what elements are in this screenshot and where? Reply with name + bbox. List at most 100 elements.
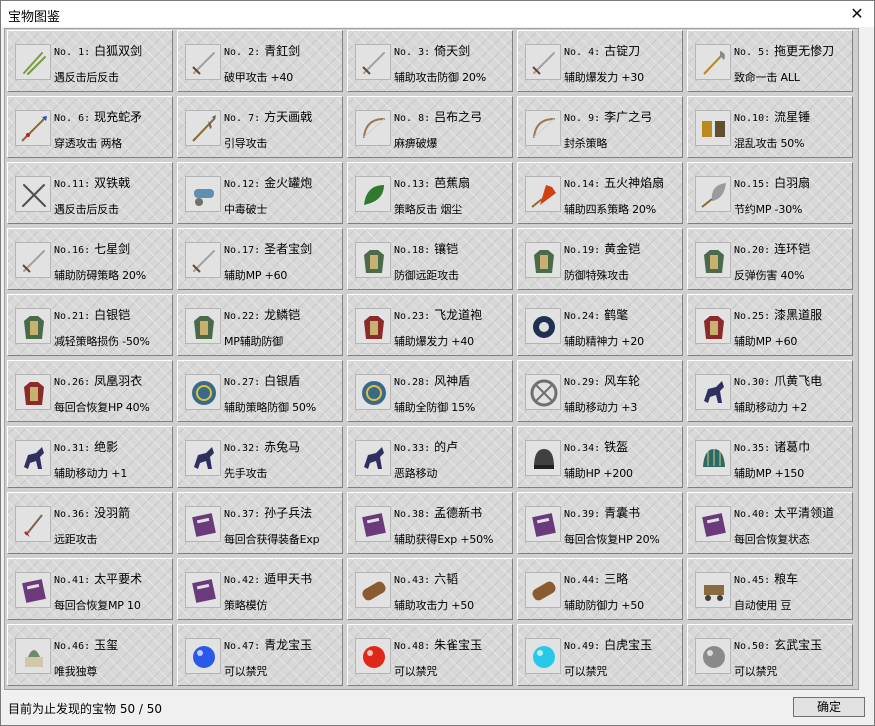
treasure-card[interactable]: No.38: 孟德新书 辅助获得Exp +50% [347, 492, 513, 554]
treasure-card[interactable]: No.48: 朱雀宝玉 可以禁咒 [347, 624, 513, 686]
item-effect: 辅助MP +60 [734, 335, 798, 348]
horse-icon [695, 374, 731, 410]
item-name: 太平要术 [94, 572, 143, 586]
item-title: No.19: 黄金铠 [564, 240, 640, 257]
item-title: No.31: 绝影 [54, 438, 118, 455]
item-number: No.28: [394, 377, 431, 388]
item-effect: 辅助HP +200 [564, 467, 633, 480]
treasure-card[interactable]: No.37: 孙子兵法 每回合获得装备Exp [177, 492, 343, 554]
item-effect: 每回合恢复状态 [734, 533, 810, 546]
item-number: No.23: [394, 311, 431, 322]
treasure-card[interactable]: No.50: 玄武宝玉 可以禁咒 [687, 624, 853, 686]
treasure-card[interactable]: No.43: 六韬辅助攻击力 +50 [347, 558, 513, 620]
treasure-card[interactable]: No.47: 青龙宝玉 可以禁咒 [177, 624, 343, 686]
item-name: 现充蛇矛 [94, 110, 143, 124]
item-name: 流星锤 [774, 110, 811, 124]
treasure-card[interactable]: No.23: 飞龙道袍 辅助爆发力 +40 [347, 294, 513, 356]
treasure-card[interactable]: No. 2: 青釭剑 破甲攻击 +40 [177, 30, 343, 92]
orb-icon [525, 638, 561, 674]
treasure-card[interactable]: No.22: 龙鳞铠 MP辅助防御 [177, 294, 343, 356]
item-number: No.12: [224, 179, 261, 190]
horse-icon [355, 440, 391, 476]
ok-button[interactable]: 确定 [793, 697, 865, 717]
treasure-card[interactable]: No.34: 铁盔 辅助HP +200 [517, 426, 683, 488]
treasure-card[interactable]: No.20: 连环铠 反弹伤害 40% [687, 228, 853, 290]
treasure-card[interactable]: No. 7: 方天画戟 引导攻击 [177, 96, 343, 158]
treasure-card[interactable]: No.39: 青囊书 每回合恢复HP 20% [517, 492, 683, 554]
title-bar: 宝物图鉴 ✕ [1, 1, 874, 27]
treasure-card[interactable]: No.44: 三略 辅助防御力 +50 [517, 558, 683, 620]
shield-icon [185, 374, 221, 410]
treasure-card[interactable]: No.32: 赤兔马 先手攻击 [177, 426, 343, 488]
item-title: No.27: 白银盾 [224, 372, 300, 389]
armor-icon [15, 308, 51, 344]
close-icon[interactable]: ✕ [840, 1, 874, 27]
treasure-card[interactable]: No.40: 太平清领道 每回合恢复状态 [687, 492, 853, 554]
item-effect: 反弹伤害 40% [734, 269, 805, 282]
treasure-card[interactable]: No.10: 流星锤 混乱攻击 50% [687, 96, 853, 158]
treasure-card[interactable]: No.21: 白银铠减轻策略损伤 -50% [7, 294, 173, 356]
treasure-card[interactable]: No.19: 黄金铠 防御特殊攻击 [517, 228, 683, 290]
item-title: No.43: 六韬 [394, 570, 458, 587]
treasure-card[interactable]: No. 1: 白狐双剑 遇反击后反击 [7, 30, 173, 92]
treasure-card[interactable]: No.30: 爪黄飞电 辅助移动力 +2 [687, 360, 853, 422]
item-effect: 辅助攻击力 +50 [394, 599, 474, 612]
treasure-card[interactable]: No.17: 圣者宝剑 辅助MP +60 [177, 228, 343, 290]
treasure-card[interactable]: No. 9: 李广之弓 封杀策略 [517, 96, 683, 158]
item-title: No.26: 凤凰羽衣 [54, 372, 142, 389]
treasure-card[interactable]: No.45: 粮车 自动使用 豆 [687, 558, 853, 620]
item-number: No.20: [734, 245, 771, 256]
treasure-card[interactable]: No.15: 白羽扇 节约MP -30% [687, 162, 853, 224]
treasure-card[interactable]: No.26: 凤凰羽衣 每回合恢复HP 40% [7, 360, 173, 422]
item-title: No.23: 飞龙道袍 [394, 306, 482, 323]
treasure-card[interactable]: No.36: 没羽箭 远距攻击 [7, 492, 173, 554]
treasure-card[interactable]: No.29: 风车轮 辅助移动力 +3 [517, 360, 683, 422]
item-number: No.25: [734, 311, 771, 322]
item-number: No.47: [224, 641, 261, 652]
item-title: No. 6: 现充蛇矛 [54, 108, 142, 125]
item-number: No. 7: [224, 113, 261, 124]
treasure-card[interactable]: No.33: 的卢 恶路移动 [347, 426, 513, 488]
treasure-card[interactable]: No.12: 金火罐炮 中毒破士 [177, 162, 343, 224]
treasure-card[interactable]: No. 4: 古锭刀 辅助爆发力 +30 [517, 30, 683, 92]
item-number: No.22: [224, 311, 261, 322]
treasure-card[interactable]: No.25: 漆黑道服 辅助MP +60 [687, 294, 853, 356]
item-name: 飞龙道袍 [434, 308, 483, 322]
treasure-card[interactable]: No.16: 七星剑 辅助防碍策略 20% [7, 228, 173, 290]
treasure-card[interactable]: No. 6: 现充蛇矛 穿透攻击 两格 [7, 96, 173, 158]
item-effect: 每回合获得装备Exp [224, 533, 320, 546]
treasure-card[interactable]: No.42: 遁甲天书 策略模仿 [177, 558, 343, 620]
item-name: 古锭刀 [604, 44, 641, 58]
side-strip [859, 28, 873, 688]
item-number: No.17: [224, 245, 261, 256]
treasure-card[interactable]: No.35: 诸葛巾 辅助MP +150 [687, 426, 853, 488]
treasure-card[interactable]: No.24: 鹤氅 辅助精神力 +20 [517, 294, 683, 356]
treasure-card[interactable]: No.14: 五火神焰扇 辅助四系策略 20% [517, 162, 683, 224]
item-title: No.22: 龙鳞铠 [224, 306, 300, 323]
treasure-card[interactable]: No.28: 风神盾 辅助全防御 15% [347, 360, 513, 422]
item-effect: 辅助四系策略 20% [564, 203, 656, 216]
item-title: No.44: 三略 [564, 570, 628, 587]
treasure-card[interactable]: No.18: 镶铠 防御远距攻击 [347, 228, 513, 290]
item-effect: 封杀策略 [564, 137, 608, 150]
treasure-card[interactable]: No.41: 太平要术 每回合恢复MP 10 [7, 558, 173, 620]
item-title: No. 2: 青釭剑 [224, 42, 300, 59]
treasure-card[interactable]: No.49: 白虎宝玉 可以禁咒 [517, 624, 683, 686]
armor-icon [185, 308, 221, 344]
treasure-card[interactable]: No. 3: 倚天剑 辅助攻击防御 20% [347, 30, 513, 92]
treasure-card[interactable]: No.46: 玉玺 唯我独尊 [7, 624, 173, 686]
treasure-card[interactable]: No. 8: 吕布之弓 麻痹破爆 [347, 96, 513, 158]
item-effect: 可以禁咒 [394, 665, 438, 678]
treasure-card[interactable]: No.31: 绝影 辅助移动力 +1 [7, 426, 173, 488]
item-name: 白虎宝玉 [604, 638, 653, 652]
item-title: No.35: 诸葛巾 [734, 438, 810, 455]
item-title: No.21: 白银铠 [54, 306, 130, 323]
item-effect: 减轻策略损伤 -50% [54, 335, 150, 348]
treasure-card[interactable]: No. 5: 拖更无惨刀 致命一击 ALL [687, 30, 853, 92]
treasure-card[interactable]: No.11: 双铁戟 遇反击后反击 [7, 162, 173, 224]
item-title: No.28: 风神盾 [394, 372, 470, 389]
treasure-card[interactable]: No.13: 芭蕉扇 策略反击 烟尘 [347, 162, 513, 224]
item-number: No.39: [564, 509, 601, 520]
treasure-card[interactable]: No.27: 白银盾 辅助策略防御 50% [177, 360, 343, 422]
item-number: No. 3: [394, 47, 431, 58]
